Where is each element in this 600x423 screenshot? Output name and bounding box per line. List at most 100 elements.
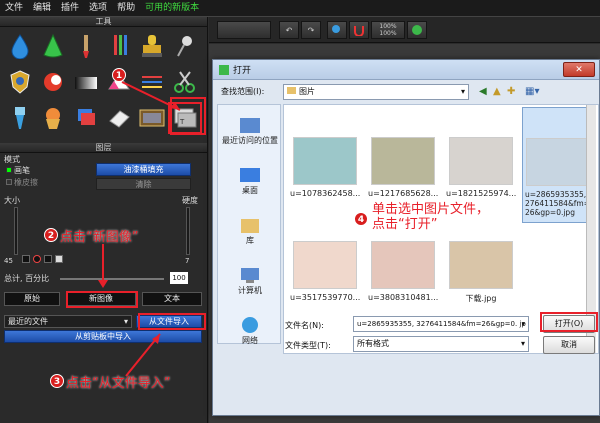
brush-option[interactable]: 画笔: [6, 165, 30, 176]
thumbnail: [449, 241, 513, 289]
redo-icon[interactable]: ↷: [301, 21, 321, 39]
pin-tool-icon[interactable]: [169, 31, 201, 61]
fit-icon[interactable]: [407, 21, 427, 39]
lookin-label: 查找范围(I):: [221, 87, 265, 96]
svg-text:T: T: [179, 118, 185, 126]
main-toolbar: ↶ ↷ 100% 100%: [209, 17, 600, 43]
view-menu-icon[interactable]: ▦▾: [525, 86, 539, 97]
hardness-slider[interactable]: [186, 207, 190, 255]
cancel-button[interactable]: 取消: [543, 336, 595, 354]
drop-tool-icon[interactable]: [4, 31, 36, 61]
file-item-selected[interactable]: u=2865935355,3276411584&fm=26&gp=0.jpg: [522, 107, 594, 223]
lookin-dropdown[interactable]: 图片 ▾: [283, 84, 469, 100]
menu-file[interactable]: 文件: [0, 0, 28, 17]
brush-shape-circle[interactable]: [33, 255, 41, 263]
size-label: 大小: [4, 196, 20, 205]
shield-tool-icon[interactable]: [4, 67, 36, 97]
step2-badge: 2: [44, 228, 58, 242]
menu-options[interactable]: 选项: [84, 0, 112, 17]
place-computer[interactable]: 计算机: [218, 255, 282, 305]
chevron-down-icon: ▾: [521, 320, 525, 328]
step4-text: 单击选中图片文件， 点击“打开”: [372, 202, 490, 232]
bottle-tool-icon[interactable]: [4, 103, 36, 133]
menu-new-version[interactable]: 可用的新版本: [140, 0, 204, 17]
places-bar: 最近访问的位置 桌面 库 计算机 网络: [217, 104, 282, 345]
place-recent[interactable]: 最近访问的位置: [218, 105, 282, 155]
zoom-level-display[interactable]: 100% 100%: [371, 21, 405, 39]
dialog-title: 打开: [233, 66, 252, 76]
hardness-value: 7: [185, 257, 190, 265]
file-item[interactable]: u=1078362458...: [290, 137, 360, 198]
recent-files-dropdown[interactable]: 最近的文件 ▾: [4, 315, 132, 328]
pencil-tool-icon[interactable]: [103, 31, 135, 61]
file-item[interactable]: u=1217685628...: [368, 137, 438, 198]
tab-original[interactable]: 原始: [4, 292, 60, 306]
file-item[interactable]: u=3517539770...: [290, 241, 360, 302]
desktop-icon: [240, 167, 260, 182]
file-item[interactable]: u=3808310481...: [368, 241, 438, 302]
place-desktop[interactable]: 桌面: [218, 155, 282, 205]
filename-input[interactable]: u=2865935355, 3276411584&fm=26&gp=0. jp ▾: [353, 316, 529, 332]
cone-tool-icon[interactable]: [37, 31, 69, 61]
brush-shape-square[interactable]: [22, 255, 30, 263]
hardness-label: 硬度: [182, 196, 198, 205]
up-folder-icon[interactable]: ▲: [493, 86, 501, 97]
stack-tool-icon[interactable]: [70, 103, 102, 133]
recent-places-icon: [240, 117, 260, 133]
thumbnail: [371, 137, 435, 185]
step3-text: 点击“从文件导入”: [66, 376, 171, 391]
opacity-slider[interactable]: [60, 278, 164, 280]
menu-plugins[interactable]: 插件: [56, 0, 84, 17]
open-file-dialog: 打开 ✕ 查找范围(I): 图片 ▾ ◀ ▲ ✚ ▦▾ 最近访问的位置 桌面 库…: [212, 59, 600, 416]
menu-help[interactable]: 帮助: [112, 0, 140, 17]
file-item[interactable]: 下载.jpg: [446, 241, 516, 304]
dialog-titlebar: 打开: [213, 60, 599, 80]
back-icon[interactable]: ◀: [479, 86, 487, 97]
brush-shape-dot[interactable]: [44, 255, 52, 263]
arrow-1: [121, 81, 181, 111]
step3-badge: 3: [50, 374, 64, 388]
chevron-down-icon: ▾: [460, 87, 465, 96]
filetype-dropdown[interactable]: 所有格式 ▾: [353, 336, 529, 352]
layers-panel-title: 图层: [0, 143, 207, 153]
opacity-value[interactable]: 100: [170, 272, 188, 284]
clear-button[interactable]: 清除: [96, 178, 191, 190]
file-item[interactable]: u=1821525974...: [446, 137, 516, 198]
place-library[interactable]: 库: [218, 205, 282, 255]
brush-tool-icon[interactable]: [70, 31, 102, 61]
filename-label: 文件名(N):: [285, 321, 324, 330]
open-button[interactable]: 打开(O): [543, 315, 595, 333]
computer-icon: [241, 267, 259, 283]
network-icon: [242, 316, 258, 333]
thumbnail: [293, 241, 357, 289]
app-icon: [219, 64, 229, 75]
tab-text[interactable]: 文本: [142, 292, 202, 306]
cupcake-tool-icon[interactable]: [37, 103, 69, 133]
zoom-in-icon[interactable]: [327, 21, 347, 39]
stamp-tool-icon[interactable]: [136, 31, 168, 61]
brush-shape-fill[interactable]: [55, 255, 63, 263]
size-value: 45: [4, 257, 13, 265]
undo-icon[interactable]: ↶: [279, 21, 299, 39]
sphere-tool-icon[interactable]: [37, 67, 69, 97]
menubar: 文件 编辑 插件 选项 帮助 可用的新版本: [0, 0, 600, 17]
eraser-option[interactable]: 橡皮擦: [6, 177, 38, 188]
opacity-label: 总计, 百分比: [4, 274, 50, 283]
fill-button[interactable]: 油漆桶填充: [96, 163, 191, 176]
new-folder-icon[interactable]: ✚: [507, 86, 515, 97]
folder-icon: [287, 87, 296, 94]
close-icon[interactable]: ✕: [563, 62, 595, 77]
tab-new-image[interactable]: 新图像: [66, 292, 136, 306]
tools-panel-title: 工具: [0, 17, 207, 27]
blank-toolbar-button[interactable]: [217, 21, 271, 39]
menu-edit[interactable]: 编辑: [28, 0, 56, 17]
step4-badge: 4: [354, 212, 368, 226]
chevron-down-icon: ▾: [520, 339, 525, 348]
place-network[interactable]: 网络: [218, 305, 282, 355]
import-from-clipboard-button[interactable]: 从剪贴板中导入: [4, 330, 202, 343]
brush-shapes: [22, 255, 63, 263]
size-slider[interactable]: [14, 207, 18, 255]
magnet-icon[interactable]: [349, 21, 369, 39]
thumbnail: [371, 241, 435, 289]
gradient-tool-icon[interactable]: [70, 67, 102, 97]
